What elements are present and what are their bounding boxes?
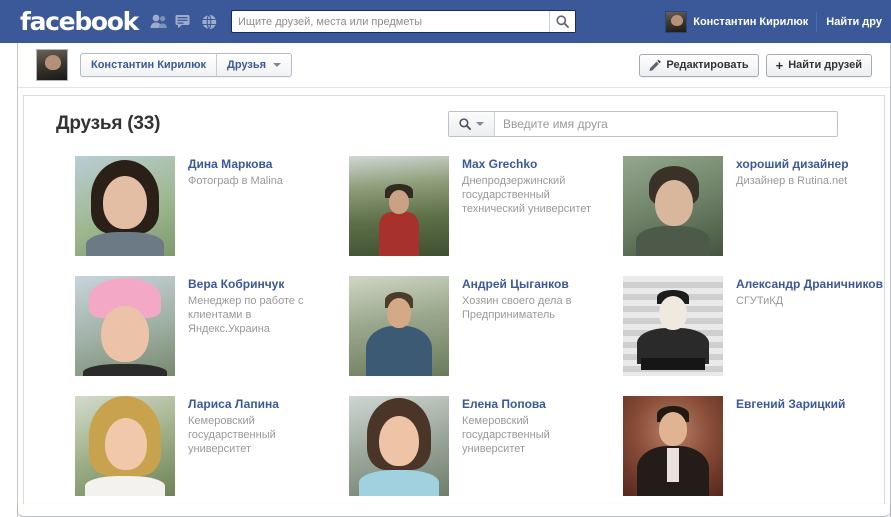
messages-icon[interactable] bbox=[175, 13, 192, 30]
friend-photo[interactable] bbox=[349, 276, 449, 376]
friend-card[interactable]: Дина Маркова Фотограф в Malina bbox=[75, 152, 349, 272]
search-submit-button[interactable] bbox=[549, 11, 575, 32]
friend-info: Евгений Зарицкий bbox=[723, 396, 883, 512]
friend-photo[interactable] bbox=[623, 276, 723, 376]
friend-card[interactable]: Вера Кобринчук Менеджер по работе с клиен… bbox=[75, 272, 349, 392]
edit-button-label: Редактировать bbox=[666, 59, 748, 71]
friend-name-link[interactable]: Лариса Лапина bbox=[188, 397, 335, 412]
page-container: Константин Кирилюк Друзья Редактировать … bbox=[17, 43, 891, 517]
facebook-friends-page: facebook bbox=[0, 0, 891, 517]
friend-card[interactable]: Евгений Зарицкий bbox=[623, 392, 891, 512]
friend-name-link[interactable]: Андрей Цыганков bbox=[462, 277, 609, 292]
friend-photo[interactable] bbox=[349, 396, 449, 496]
friend-name-link[interactable]: Вера Кобринчук bbox=[188, 277, 335, 292]
friend-subtitle: Дизайнер в Rutina.net bbox=[736, 174, 883, 188]
friend-subtitle: Днепродзержинский государственный технич… bbox=[462, 174, 609, 216]
friend-search-box bbox=[448, 111, 838, 137]
top-navigation-bar: facebook bbox=[0, 0, 891, 43]
friend-name-link[interactable]: Александр Драничников bbox=[736, 277, 883, 292]
facebook-logo[interactable]: facebook bbox=[20, 0, 138, 43]
friend-search-input[interactable] bbox=[495, 112, 837, 136]
page-title: Друзья (33) bbox=[56, 113, 160, 135]
friend-info: Андрей Цыганков Хозяин своего дела в Пред… bbox=[449, 276, 609, 392]
breadcrumb-section-label: Друзья bbox=[227, 59, 266, 71]
breadcrumb: Константин Кирилюк Друзья bbox=[80, 53, 292, 77]
friend-card[interactable]: Андрей Цыганков Хозяин своего дела в Пред… bbox=[349, 272, 623, 392]
friend-photo[interactable] bbox=[623, 396, 723, 496]
friend-info: Елена Попова Кемеровский государственный … bbox=[449, 396, 609, 512]
pencil-icon bbox=[649, 59, 661, 71]
friend-photo[interactable] bbox=[623, 156, 723, 256]
account-link[interactable]: Константин Кирилюк bbox=[657, 8, 816, 36]
friend-card[interactable]: Александр Драничников СГУТиКД bbox=[623, 272, 891, 392]
friend-subtitle: Кемеровский государственный университет bbox=[188, 414, 335, 456]
find-friends-button-label: Найти друзей bbox=[788, 59, 862, 71]
friend-name-link[interactable]: хороший дизайнер bbox=[736, 157, 883, 172]
friend-photo[interactable] bbox=[349, 156, 449, 256]
friend-photo[interactable] bbox=[75, 276, 175, 376]
search-input[interactable] bbox=[231, 10, 576, 33]
friend-search-scope-button[interactable] bbox=[449, 112, 495, 136]
friend-subtitle: Менеджер по работе с клиентами в Яндекс.… bbox=[188, 294, 335, 336]
friend-subtitle: СГУТиКД bbox=[736, 294, 883, 308]
friend-info: Александр Драничников СГУТиКД bbox=[723, 276, 883, 392]
friends-grid: Дина Маркова Фотограф в Malina Max Grechko… bbox=[24, 152, 884, 512]
friend-name-link[interactable]: Дина Маркова bbox=[188, 157, 335, 172]
friend-card[interactable]: Max Grechko Днепродзержинский государстве… bbox=[349, 152, 623, 272]
chevron-down-icon bbox=[476, 122, 484, 126]
friend-photo[interactable] bbox=[75, 156, 175, 256]
friend-name-link[interactable]: Max Grechko bbox=[462, 157, 609, 172]
account-name: Константин Кирилюк bbox=[693, 16, 808, 28]
avatar bbox=[665, 11, 687, 33]
friend-info: Лариса Лапина Кемеровский государственный… bbox=[175, 396, 335, 512]
notifications-icon[interactable] bbox=[200, 13, 217, 30]
search-icon bbox=[556, 15, 569, 28]
friends-content-card: Друзья (33) Дина Маркова Фотограф в Malin… bbox=[23, 95, 885, 507]
friend-subtitle: Хозяин своего дела в Предприниматель bbox=[462, 294, 609, 322]
profile-subnav: Константин Кирилюк Друзья Редактировать … bbox=[18, 43, 890, 88]
subnav-actions: Редактировать + Найти друзей bbox=[639, 54, 872, 77]
friend-info: хороший дизайнер Дизайнер в Rutina.net bbox=[723, 156, 883, 272]
friend-name-link[interactable]: Евгений Зарицкий bbox=[736, 397, 883, 412]
chevron-down-icon bbox=[273, 63, 281, 67]
find-friends-button[interactable]: + Найти друзей bbox=[766, 54, 872, 77]
friend-info: Дина Маркова Фотограф в Malina bbox=[175, 156, 335, 272]
profile-avatar[interactable] bbox=[36, 49, 68, 81]
global-search bbox=[231, 10, 576, 33]
friend-card[interactable]: Лариса Лапина Кемеровский государственный… bbox=[75, 392, 349, 512]
friends-header: Друзья (33) bbox=[24, 96, 884, 152]
friend-name-link[interactable]: Елена Попова bbox=[462, 397, 609, 412]
friend-card[interactable]: Елена Попова Кемеровский государственный … bbox=[349, 392, 623, 512]
find-friends-top-link[interactable]: Найти дру bbox=[817, 16, 891, 28]
edit-button[interactable]: Редактировать bbox=[639, 54, 758, 77]
friend-info: Max Grechko Днепродзержинский государстве… bbox=[449, 156, 609, 272]
friend-photo[interactable] bbox=[75, 396, 175, 496]
friend-requests-icon[interactable] bbox=[150, 13, 167, 30]
top-bar-account-area: Константин Кирилюк Найти дру bbox=[657, 0, 891, 43]
friend-card[interactable]: хороший дизайнер Дизайнер в Rutina.net bbox=[623, 152, 891, 272]
plus-icon: + bbox=[776, 59, 784, 72]
breadcrumb-profile-name[interactable]: Константин Кирилюк bbox=[81, 54, 216, 76]
search-icon bbox=[459, 118, 471, 130]
breadcrumb-section-friends[interactable]: Друзья bbox=[216, 54, 291, 76]
friend-subtitle: Кемеровский государственный университет bbox=[462, 414, 609, 456]
friend-subtitle: Фотограф в Malina bbox=[188, 174, 335, 188]
friend-info: Вера Кобринчук Менеджер по работе с клиен… bbox=[175, 276, 335, 392]
top-nav-icon-group bbox=[150, 13, 217, 30]
